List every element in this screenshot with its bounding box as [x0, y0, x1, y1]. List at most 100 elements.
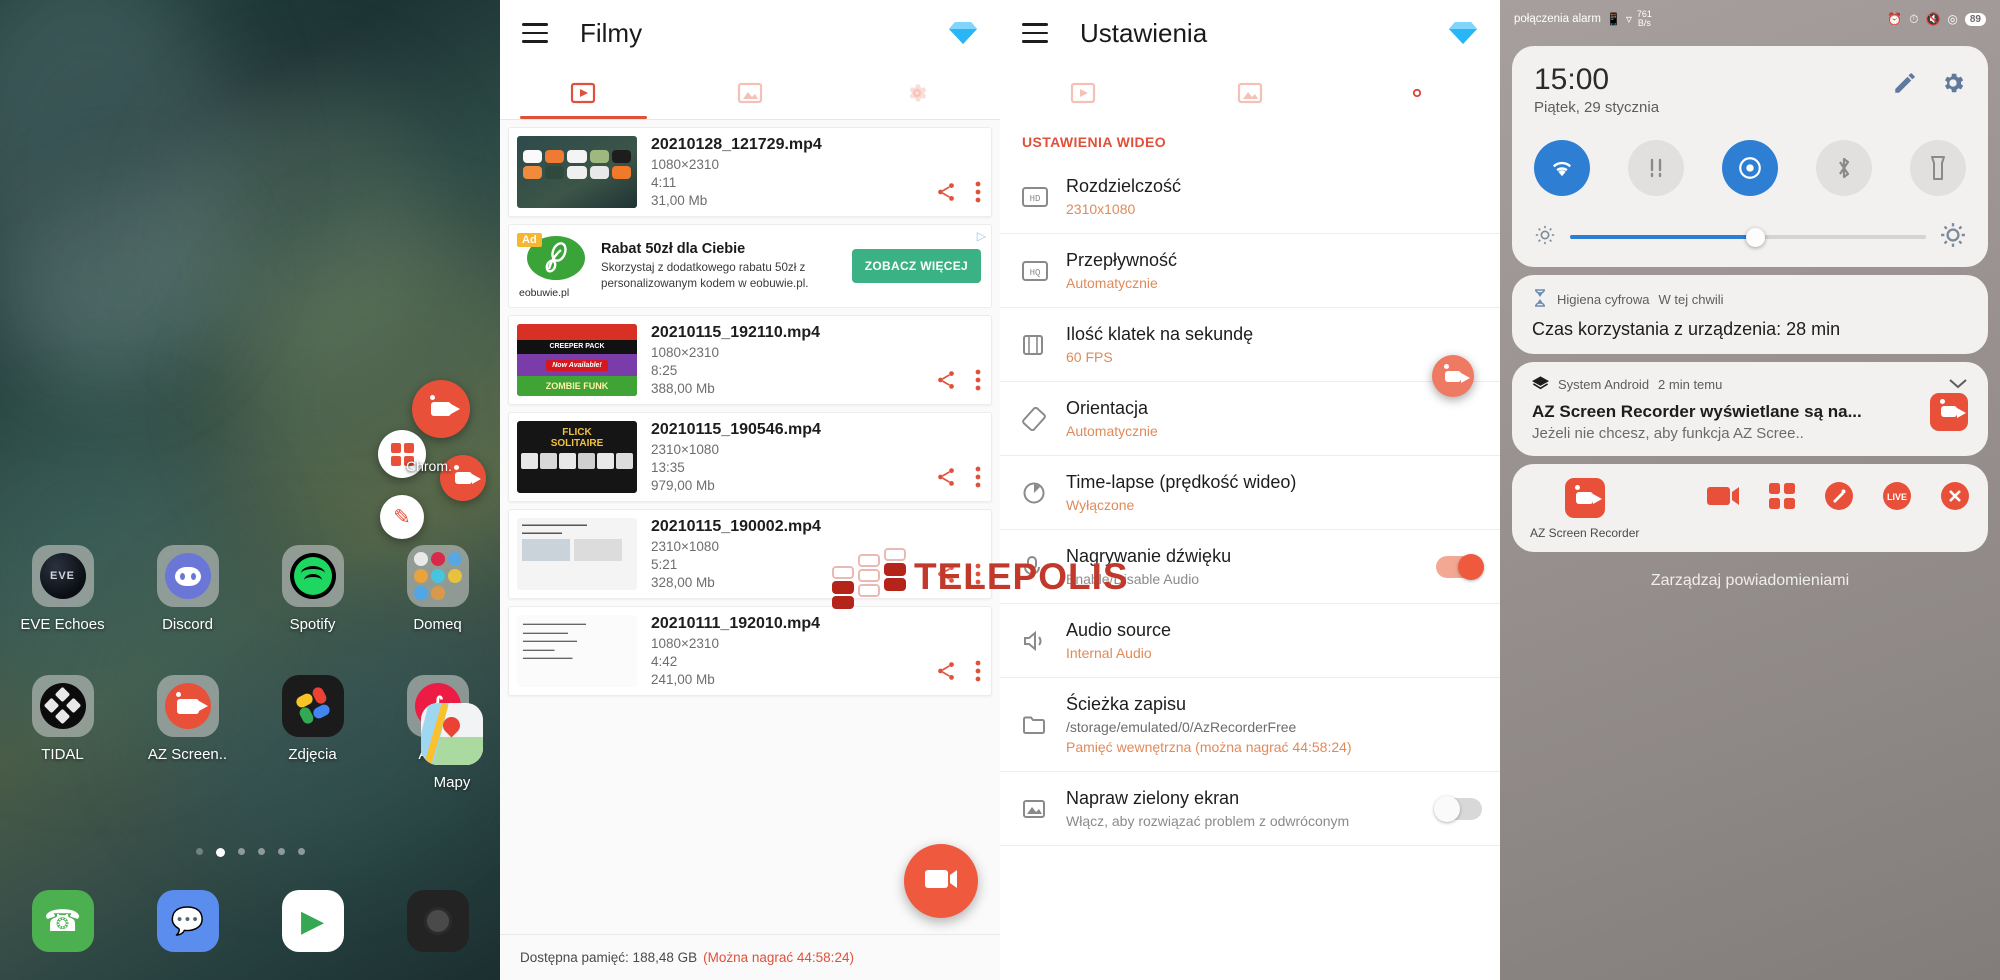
brightness-low-icon: [1534, 224, 1556, 251]
record-fab-button[interactable]: [904, 844, 978, 918]
home-app-zdjecia[interactable]: Zdjęcia: [250, 675, 375, 763]
notification-az-screen-recorder[interactable]: System Android 2 min temu AZ Screen Reco…: [1512, 361, 1988, 456]
more-vertical-icon[interactable]: [975, 563, 981, 590]
quick-toggle-bluetooth[interactable]: [1816, 139, 1872, 196]
more-vertical-icon[interactable]: [975, 466, 981, 493]
audio-record-toggle[interactable]: [1436, 553, 1484, 580]
video-resolution: 1080×2310: [651, 157, 719, 172]
diamond-icon[interactable]: [948, 20, 978, 46]
brush-icon[interactable]: [1824, 481, 1854, 516]
page-dot[interactable]: [277, 848, 285, 855]
video-duration: 13:35: [651, 460, 685, 475]
brightness-slider[interactable]: [1570, 227, 1926, 247]
home-app-eve-echoes[interactable]: EVE EVE Echoes: [0, 545, 125, 633]
video-list-item[interactable]: 20210128_121729.mp4 1080×2310 4:11 31,00…: [508, 127, 992, 217]
tab-videos[interactable]: [1000, 66, 1167, 119]
az-recorder-icon[interactable]: [1564, 477, 1605, 518]
setting-title: Audio source: [1066, 620, 1172, 640]
phone-icon[interactable]: ☎: [31, 890, 94, 952]
az-rec-badge[interactable]: [1432, 355, 1474, 397]
tab-videos[interactable]: [500, 66, 667, 119]
quick-toggle-wifi[interactable]: [1534, 139, 1590, 196]
chevron-down-icon[interactable]: [1948, 377, 1968, 392]
diamond-icon[interactable]: [1448, 20, 1478, 46]
ad-cta-button[interactable]: ZOBACZ WIĘCEJ: [851, 249, 981, 283]
folder-icon: [406, 545, 469, 607]
hamburger-icon[interactable]: [522, 23, 548, 43]
video-list-item[interactable]: ▬▬▬▬▬▬▬▬▬▬▬▬▬▬ ▬▬▬▬▬▬▬▬▬▬ ▬▬▬▬▬▬▬▬▬▬▬▬ ▬▬▬▬…: [508, 606, 992, 696]
setting-row-audio-source[interactable]: Audio source Internal Audio: [1000, 604, 1500, 678]
setting-row-orientation[interactable]: Orientacja Automatycznie: [1000, 382, 1500, 456]
page-dot[interactable]: [195, 848, 203, 855]
tab-images[interactable]: [667, 66, 834, 119]
home-app-tidal[interactable]: TIDAL: [0, 675, 125, 763]
setting-row-resolution[interactable]: HD Rozdzielczość 2310x1080: [1000, 160, 1500, 234]
home-app-mapy[interactable]: Mapy: [412, 703, 492, 791]
ustawienia-panel: Ustawienia USTAWIENIA WIDEO HD Rozdzielc…: [1000, 0, 1500, 980]
tidal-icon: [31, 675, 94, 737]
home-folder-domeq[interactable]: Domeq: [375, 545, 500, 633]
setting-title: Ścieżka zapisu: [1066, 694, 1187, 714]
status-bar: połączenia alarm 📱 ▿ 761 B/s ⏰ ⏱ 🔇 ◎ 89: [1500, 0, 2000, 38]
pencil-icon[interactable]: [1892, 70, 1918, 101]
quick-toggle-flashlight[interactable]: [1910, 139, 1966, 196]
tab-settings[interactable]: [833, 66, 1000, 119]
live-icon[interactable]: LIVE: [1882, 481, 1912, 516]
record-video-icon: [924, 867, 958, 896]
share-icon[interactable]: [935, 660, 957, 687]
manage-notifications-button[interactable]: Zarządzaj powiadomieniami: [1500, 572, 2000, 590]
share-icon[interactable]: [935, 466, 957, 493]
video-camera-icon[interactable]: [1706, 484, 1740, 513]
tab-indicator: [520, 116, 647, 119]
tab-settings[interactable]: [1333, 66, 1500, 119]
setting-row-fps[interactable]: Ilość klatek na sekundę 60 FPS: [1000, 308, 1500, 382]
tab-images[interactable]: [1167, 66, 1334, 119]
ad-banner[interactable]: Ad ▷ eobuwie.pl Rabat 50zł dla Ciebie Sk…: [508, 224, 992, 308]
more-vertical-icon[interactable]: [975, 369, 981, 396]
video-list-item[interactable]: ▬▬▬▬▬▬▬▬▬▬▬▬▬ ▬▬▬▬▬▬▬▬ 20210115_190002.mp…: [508, 509, 992, 599]
hamburger-icon[interactable]: [1022, 23, 1048, 43]
more-vertical-icon[interactable]: [975, 181, 981, 208]
home-page-indicator: [0, 848, 500, 857]
setting-row-save-path[interactable]: Ścieżka zapisu /storage/emulated/0/AzRec…: [1000, 678, 1500, 772]
az-record-bubble[interactable]: [412, 380, 470, 438]
video-duration: 4:42: [651, 654, 678, 669]
quick-toggle-mobile-data[interactable]: [1628, 139, 1684, 196]
notification-digital-wellbeing[interactable]: Higiena cyfrowa W tej chwili Czas korzys…: [1512, 274, 1988, 354]
storage-status-bar: Dostępna pamięć: 188,48 GB (Można nagrać…: [500, 934, 1000, 980]
setting-row-audio-record[interactable]: Nagrywanie dźwięku Enable/Disable Audio: [1000, 530, 1500, 604]
more-vertical-icon[interactable]: [975, 660, 981, 687]
ustawienia-tabs: [1000, 66, 1500, 120]
gear-icon[interactable]: [1940, 70, 1966, 101]
storage-available: Dostępna pamięć: 188,48 GB: [520, 950, 698, 965]
home-app-spotify[interactable]: Spotify: [250, 545, 375, 633]
messages-icon[interactable]: 💬: [156, 890, 219, 952]
page-dot-active[interactable]: [215, 848, 225, 857]
video-resolution: 2310×1080: [651, 442, 719, 457]
notification-app-name: Higiena cyfrowa: [1557, 291, 1650, 307]
quick-toggle-location[interactable]: [1722, 139, 1778, 196]
video-list-item[interactable]: FLICK SOLITAIRE 20210115_190546.mp4 2310×…: [508, 412, 992, 502]
spotify-icon: [281, 545, 344, 607]
settings-list[interactable]: USTAWIENIA WIDEO HD Rozdzielczość 2310x1…: [1000, 116, 1500, 980]
share-icon[interactable]: [935, 563, 957, 590]
page-dot[interactable]: [297, 848, 305, 855]
close-icon[interactable]: [1940, 481, 1970, 516]
share-icon[interactable]: [935, 181, 957, 208]
camera-icon[interactable]: [406, 890, 469, 952]
setting-row-bitrate[interactable]: HQ Przepływność Automatycznie: [1000, 234, 1500, 308]
ad-title: Rabat 50zł dla Ciebie: [601, 241, 746, 258]
page-dot[interactable]: [237, 848, 245, 855]
green-screen-toggle[interactable]: [1434, 795, 1482, 822]
home-app-az-screen-recorder[interactable]: AZ Screen..: [125, 675, 250, 763]
ad-choices-icon[interactable]: ▷: [977, 229, 986, 243]
share-icon[interactable]: [935, 369, 957, 396]
setting-row-timelapse[interactable]: Time-lapse (prędkość wideo) Wyłączone: [1000, 456, 1500, 530]
home-app-discord[interactable]: Discord: [125, 545, 250, 633]
page-dot[interactable]: [257, 848, 265, 855]
grid-icon[interactable]: [1768, 482, 1796, 515]
video-list-item[interactable]: CREEPER PACK Now Available! ZOMBIE FUNK …: [508, 315, 992, 405]
az-brush-bubble[interactable]: ✎: [380, 495, 424, 539]
play-store-icon[interactable]: ▶: [281, 890, 344, 952]
setting-row-green-screen-fix[interactable]: Napraw zielony ekran Włącz, aby rozwiąza…: [1000, 772, 1500, 846]
